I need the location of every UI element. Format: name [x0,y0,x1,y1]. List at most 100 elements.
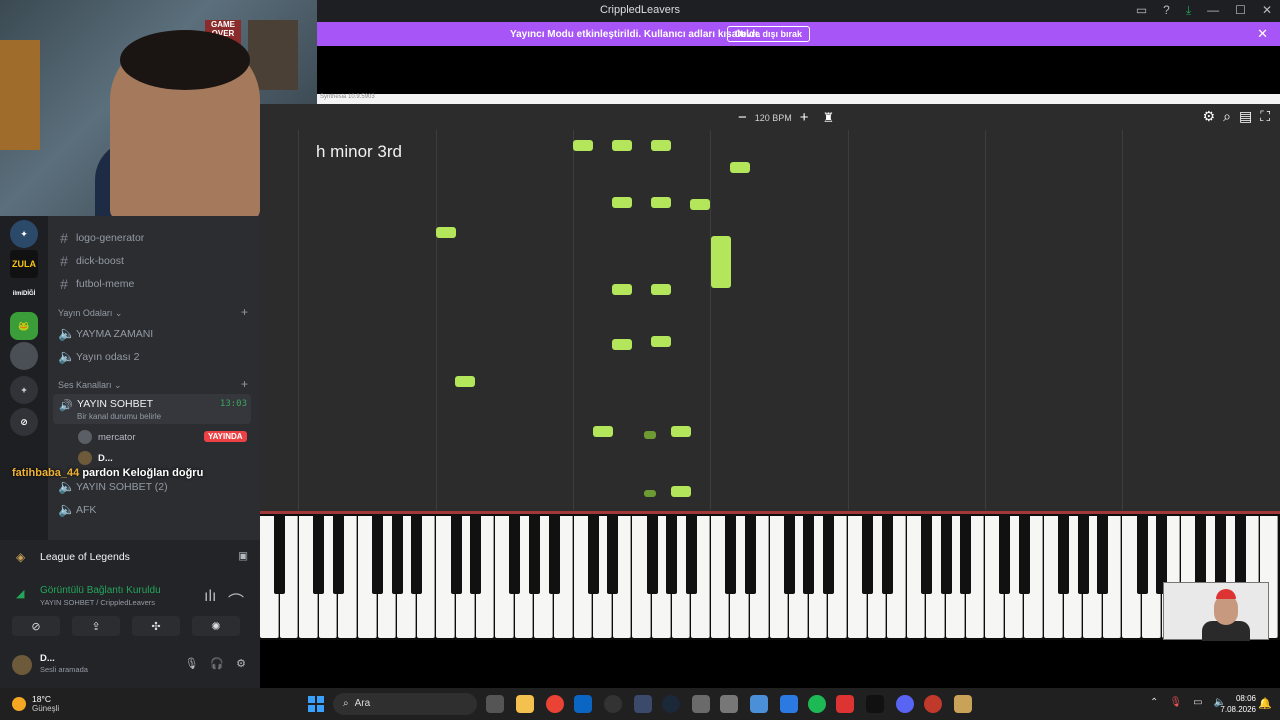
black-key[interactable] [822,514,834,594]
black-key[interactable] [1077,514,1089,594]
start-button[interactable] [308,696,324,712]
black-key[interactable] [470,514,482,594]
settings-gear-icon[interactable]: ⚙ [1203,108,1216,125]
minimize-icon[interactable]: — [1207,3,1219,18]
black-key[interactable] [607,514,619,594]
mic-icon[interactable]: 🎙 [184,657,198,670]
zoom-icon[interactable]: ⌕ [1223,108,1231,125]
server-frog[interactable]: 🐸 [10,312,38,340]
close-icon[interactable]: ✕ [1262,3,1272,18]
black-key[interactable] [685,514,697,594]
black-key[interactable] [1097,514,1109,594]
banner-close-icon[interactable]: ✕ [1257,26,1268,42]
black-key[interactable] [999,514,1011,594]
app-icon[interactable] [924,695,942,713]
black-key[interactable] [313,514,325,594]
black-key[interactable] [528,514,540,594]
app-icon[interactable] [720,695,738,713]
black-key[interactable] [411,514,423,594]
notification-icon[interactable]: 🔔 [1258,697,1272,710]
channel-dick-boost[interactable]: # dick-boost [58,253,124,269]
black-key[interactable] [881,514,893,594]
screen-share-icon[interactable]: ▣ [238,550,248,562]
fullscreen-icon[interactable]: ⛶ [1260,108,1270,125]
obs-icon[interactable] [604,695,622,713]
stream-room-1[interactable]: 🔈 YAYMA ZAMANI [58,325,153,342]
voice-user-d[interactable]: D... [78,451,113,465]
channel-logo-generator[interactable]: # logo-generator [58,230,144,246]
server-zula[interactable]: ZULA [10,250,38,278]
share-screen-button[interactable]: ⇪ [72,616,120,636]
chevron-up-icon[interactable]: ⌃ [1150,697,1158,708]
download-icon[interactable]: ⤓ [1186,3,1191,18]
channel-futbol-meme[interactable]: # futbol-meme [58,276,134,292]
mic-icon[interactable]: 🎙 [1169,697,1182,708]
discord-icon[interactable] [896,695,914,713]
connection-channel[interactable]: YAYIN SOHBET / CrippledLeavers [40,598,155,607]
weather-widget[interactable]: 18°C Güneşli [12,694,59,713]
tempo-decrease-button[interactable]: − [738,109,747,126]
tempo-increase-button[interactable]: + [800,109,809,126]
black-key[interactable] [646,514,658,594]
inbox-icon[interactable]: ▭ [1136,3,1147,18]
noise-suppression-icon[interactable]: ılı [204,588,216,606]
black-key[interactable] [1136,514,1148,594]
snipping-tool-icon[interactable] [750,695,768,713]
black-key[interactable] [724,514,736,594]
black-key[interactable] [1018,514,1030,594]
maximize-icon[interactable]: ☐ [1235,3,1246,18]
soundboard-button[interactable]: ✺ [192,616,240,636]
explore-icon[interactable]: ⊘ [10,408,38,436]
category-stream-rooms[interactable]: Yayın Odaları ⌄ [58,308,122,319]
category-voice-channels[interactable]: Ses Kanalları ⌄ [58,380,122,391]
black-key[interactable] [587,514,599,594]
black-key[interactable] [862,514,874,594]
network-icon[interactable]: ▭ [1193,697,1202,708]
add-voice-channel-icon[interactable]: + [241,377,248,391]
channel-status[interactable]: Bir kanal durumu belirle [77,412,161,421]
piano-keyboard[interactable] [260,514,1280,640]
calculator-icon[interactable] [692,695,710,713]
current-user[interactable]: D... Sesli aramada 🎙 🎧 ⚙ [12,652,252,678]
activity-row[interactable]: ◈ League of Legends ▣ [8,546,252,568]
server-active[interactable] [10,342,38,370]
voice-channel-2[interactable]: 🔈 YAYIN SOHBET (2) [58,478,168,495]
file-explorer-icon[interactable] [516,695,534,713]
settings-gear-icon[interactable]: ⚙ [236,657,246,670]
app-icon[interactable] [634,695,652,713]
black-key[interactable] [391,514,403,594]
camera-off-button[interactable]: ⊘ [12,616,60,636]
headphones-icon[interactable]: 🎧 [210,657,224,670]
steam-icon[interactable] [662,695,680,713]
black-key[interactable] [803,514,815,594]
black-key[interactable] [744,514,756,594]
search-box[interactable]: ⌕ Ara [333,693,477,715]
black-key[interactable] [372,514,384,594]
black-key[interactable] [960,514,972,594]
black-key[interactable] [666,514,678,594]
add-server-icon[interactable]: + [10,376,38,404]
voice-channel-afk[interactable]: 🔈 AFK [58,501,96,518]
black-key[interactable] [332,514,344,594]
metronome-icon[interactable]: ♜ [823,110,835,126]
server-icon[interactable]: ✦ [10,220,38,248]
help-icon[interactable]: ? [1163,3,1170,18]
black-key[interactable] [783,514,795,594]
server-ilmidigi[interactable]: ilmiDİĞİ [10,280,38,308]
app-icon[interactable] [836,695,854,713]
clock[interactable]: 08:06 7.08.2026 [1220,693,1256,715]
activities-button[interactable]: ✣ [132,616,180,636]
active-voice-channel[interactable]: 🔊 YAYIN SOHBET Bir kanal durumu belirle … [53,394,251,424]
black-key[interactable] [920,514,932,594]
connection-status[interactable]: Görüntülü Bağlantı Kuruldu [40,585,161,596]
black-key[interactable] [1058,514,1070,594]
voice-user-mercator[interactable]: mercator [78,430,135,444]
black-key[interactable] [548,514,560,594]
outlook-icon[interactable] [574,695,592,713]
black-key[interactable] [509,514,521,594]
add-channel-icon[interactable]: + [241,305,248,319]
disable-streamer-mode-button[interactable]: Devre dışı bırak [727,26,811,42]
chrome-icon[interactable] [546,695,564,713]
stream-room-2[interactable]: 🔈 Yayın odası 2 [58,348,139,365]
disconnect-icon[interactable]: ⌒ [228,588,244,612]
